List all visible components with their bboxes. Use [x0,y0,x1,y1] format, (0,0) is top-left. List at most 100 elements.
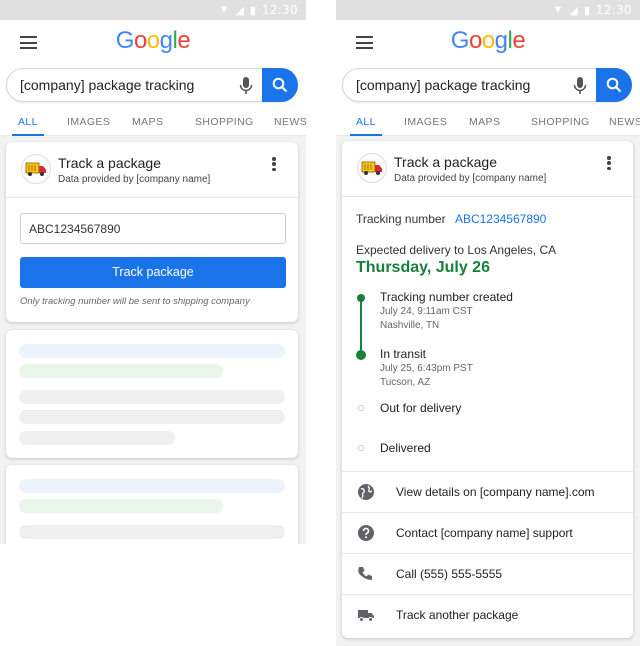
card-subtitle: Data provided by [company name] [58,174,211,185]
event-place: Tucson, AZ [380,377,431,388]
search-input[interactable]: [company] package tracking [20,77,194,93]
action-label: Contact [company name] support [396,526,573,540]
action-contact-support[interactable]: Contact [company name] support [342,512,633,553]
divider [6,197,298,198]
search-button[interactable] [596,68,632,102]
logo-letter: g [159,27,173,54]
skeleton-line [19,410,285,424]
search-bar[interactable]: [company] package tracking [6,68,298,102]
card-title: Track a package [58,155,161,171]
search-tabs: ALL IMAGES MAPS SHOPPING NEWS [336,110,640,136]
tab-shopping[interactable]: SHOPPING [531,116,590,128]
more-options-icon[interactable] [272,157,276,171]
action-track-another[interactable]: Track another package [342,594,633,635]
tab-news[interactable]: NEWS [609,116,640,128]
logo-letter: g [494,27,508,54]
event-title: Delivered [380,441,431,455]
track-package-button[interactable]: Track package [20,257,286,288]
timeline-dot-pending [358,445,364,451]
status-bar: ▼ ◢ ▮ 12:30 [336,0,640,20]
skeleton-line [19,499,223,513]
truck-icon [358,610,374,622]
company-logo [357,153,387,183]
event-title: Tracking number created [380,290,513,304]
logo-letter: G [450,27,470,54]
loading-card [6,330,298,458]
tab-images[interactable]: IMAGES [67,116,110,128]
tab-all[interactable]: ALL [356,116,376,128]
tracking-result-card: Track a package Data provided by [compan… [342,141,633,638]
search-button[interactable] [262,68,298,102]
help-icon [358,525,374,541]
card-header: Track a package Data provided by [compan… [342,141,633,187]
tab-images[interactable]: IMAGES [404,116,447,128]
signal-icon: ◢ [235,4,244,17]
track-package-card: Track a package Data provided by [compan… [6,142,298,322]
tracking-number-link[interactable]: ABC1234567890 [455,212,546,226]
skeleton-line [19,344,285,358]
tab-news[interactable]: NEWS [274,116,306,128]
search-input[interactable]: [company] package tracking [356,77,530,93]
event-time: July 24, 9:11am CST [380,306,473,317]
globe-icon [358,484,374,500]
status-time: 12:30 [261,3,298,17]
logo-letter: e [177,27,191,54]
signal-icon: ◢ [569,4,578,17]
search-tabs: ALL IMAGES MAPS SHOPPING NEWS [0,110,306,136]
card-subtitle: Data provided by [company name] [394,173,547,184]
skeleton-line [19,431,175,445]
tab-all[interactable]: ALL [18,116,38,128]
mic-icon[interactable] [239,76,253,96]
event-title: In transit [380,347,427,361]
search-icon [606,77,622,93]
battery-icon: ▮ [583,4,590,17]
action-label: Track another package [396,608,519,622]
top-bar: Google [0,20,306,64]
phone-screen-search-form: ▼ ◢ ▮ 12:30 Google [company] package tra… [0,0,306,544]
truck-icon [25,162,46,176]
logo-letter: o [133,27,147,54]
status-bar: ▼ ◢ ▮ 12:30 [0,0,306,20]
skeleton-line [19,479,285,493]
search-icon [272,77,288,93]
top-bar: Google [336,20,640,64]
event-time: July 25, 6:43pm PST [380,363,473,374]
tracking-number-label: Tracking number [356,212,446,226]
google-logo[interactable]: Google [336,27,640,55]
card-header: Track a package Data provided by [compan… [6,142,298,188]
search-bar[interactable]: [company] package tracking [342,68,632,102]
more-options-icon[interactable] [607,156,611,170]
tab-maps[interactable]: MAPS [132,116,163,128]
mic-icon[interactable] [573,76,587,96]
action-label: View details on [company name].com [396,485,595,499]
card-title: Track a package [394,154,497,170]
phone-screen-tracking-result: ▼ ◢ ▮ 12:30 Google [company] package tra… [336,0,640,646]
google-logo[interactable]: Google [0,27,306,55]
event-place: Nashville, TN [380,320,440,331]
skeleton-line [19,525,285,539]
timeline-dot-pending [358,405,364,411]
expected-delivery-label: Expected delivery to Los Angeles, CA [356,243,557,257]
wifi-icon: ▼ [552,4,564,16]
action-call[interactable]: Call (555) 555-5555 [342,553,633,594]
divider [342,196,633,197]
action-label: Call (555) 555-5555 [396,567,503,581]
phone-icon [358,567,372,580]
tab-shopping[interactable]: SHOPPING [195,116,254,128]
status-time: 12:30 [595,3,632,17]
logo-letter: o [481,27,495,54]
tab-maps[interactable]: MAPS [469,116,500,128]
action-view-details[interactable]: View details on [company name].com [342,471,633,512]
skeleton-line [19,364,223,378]
timeline-progress-line [360,298,362,355]
event-title: Out for delivery [380,401,462,415]
skeleton-line [19,390,285,404]
logo-letter: o [146,27,160,54]
expected-delivery-date: Thursday, July 26 [356,259,490,276]
timeline-dot-complete [357,294,365,302]
timeline-dot-complete [356,350,366,360]
tracking-number-input[interactable]: ABC1234567890 [20,213,286,244]
logo-letter: G [115,27,135,54]
battery-icon: ▮ [249,4,256,17]
loading-card [6,465,298,544]
